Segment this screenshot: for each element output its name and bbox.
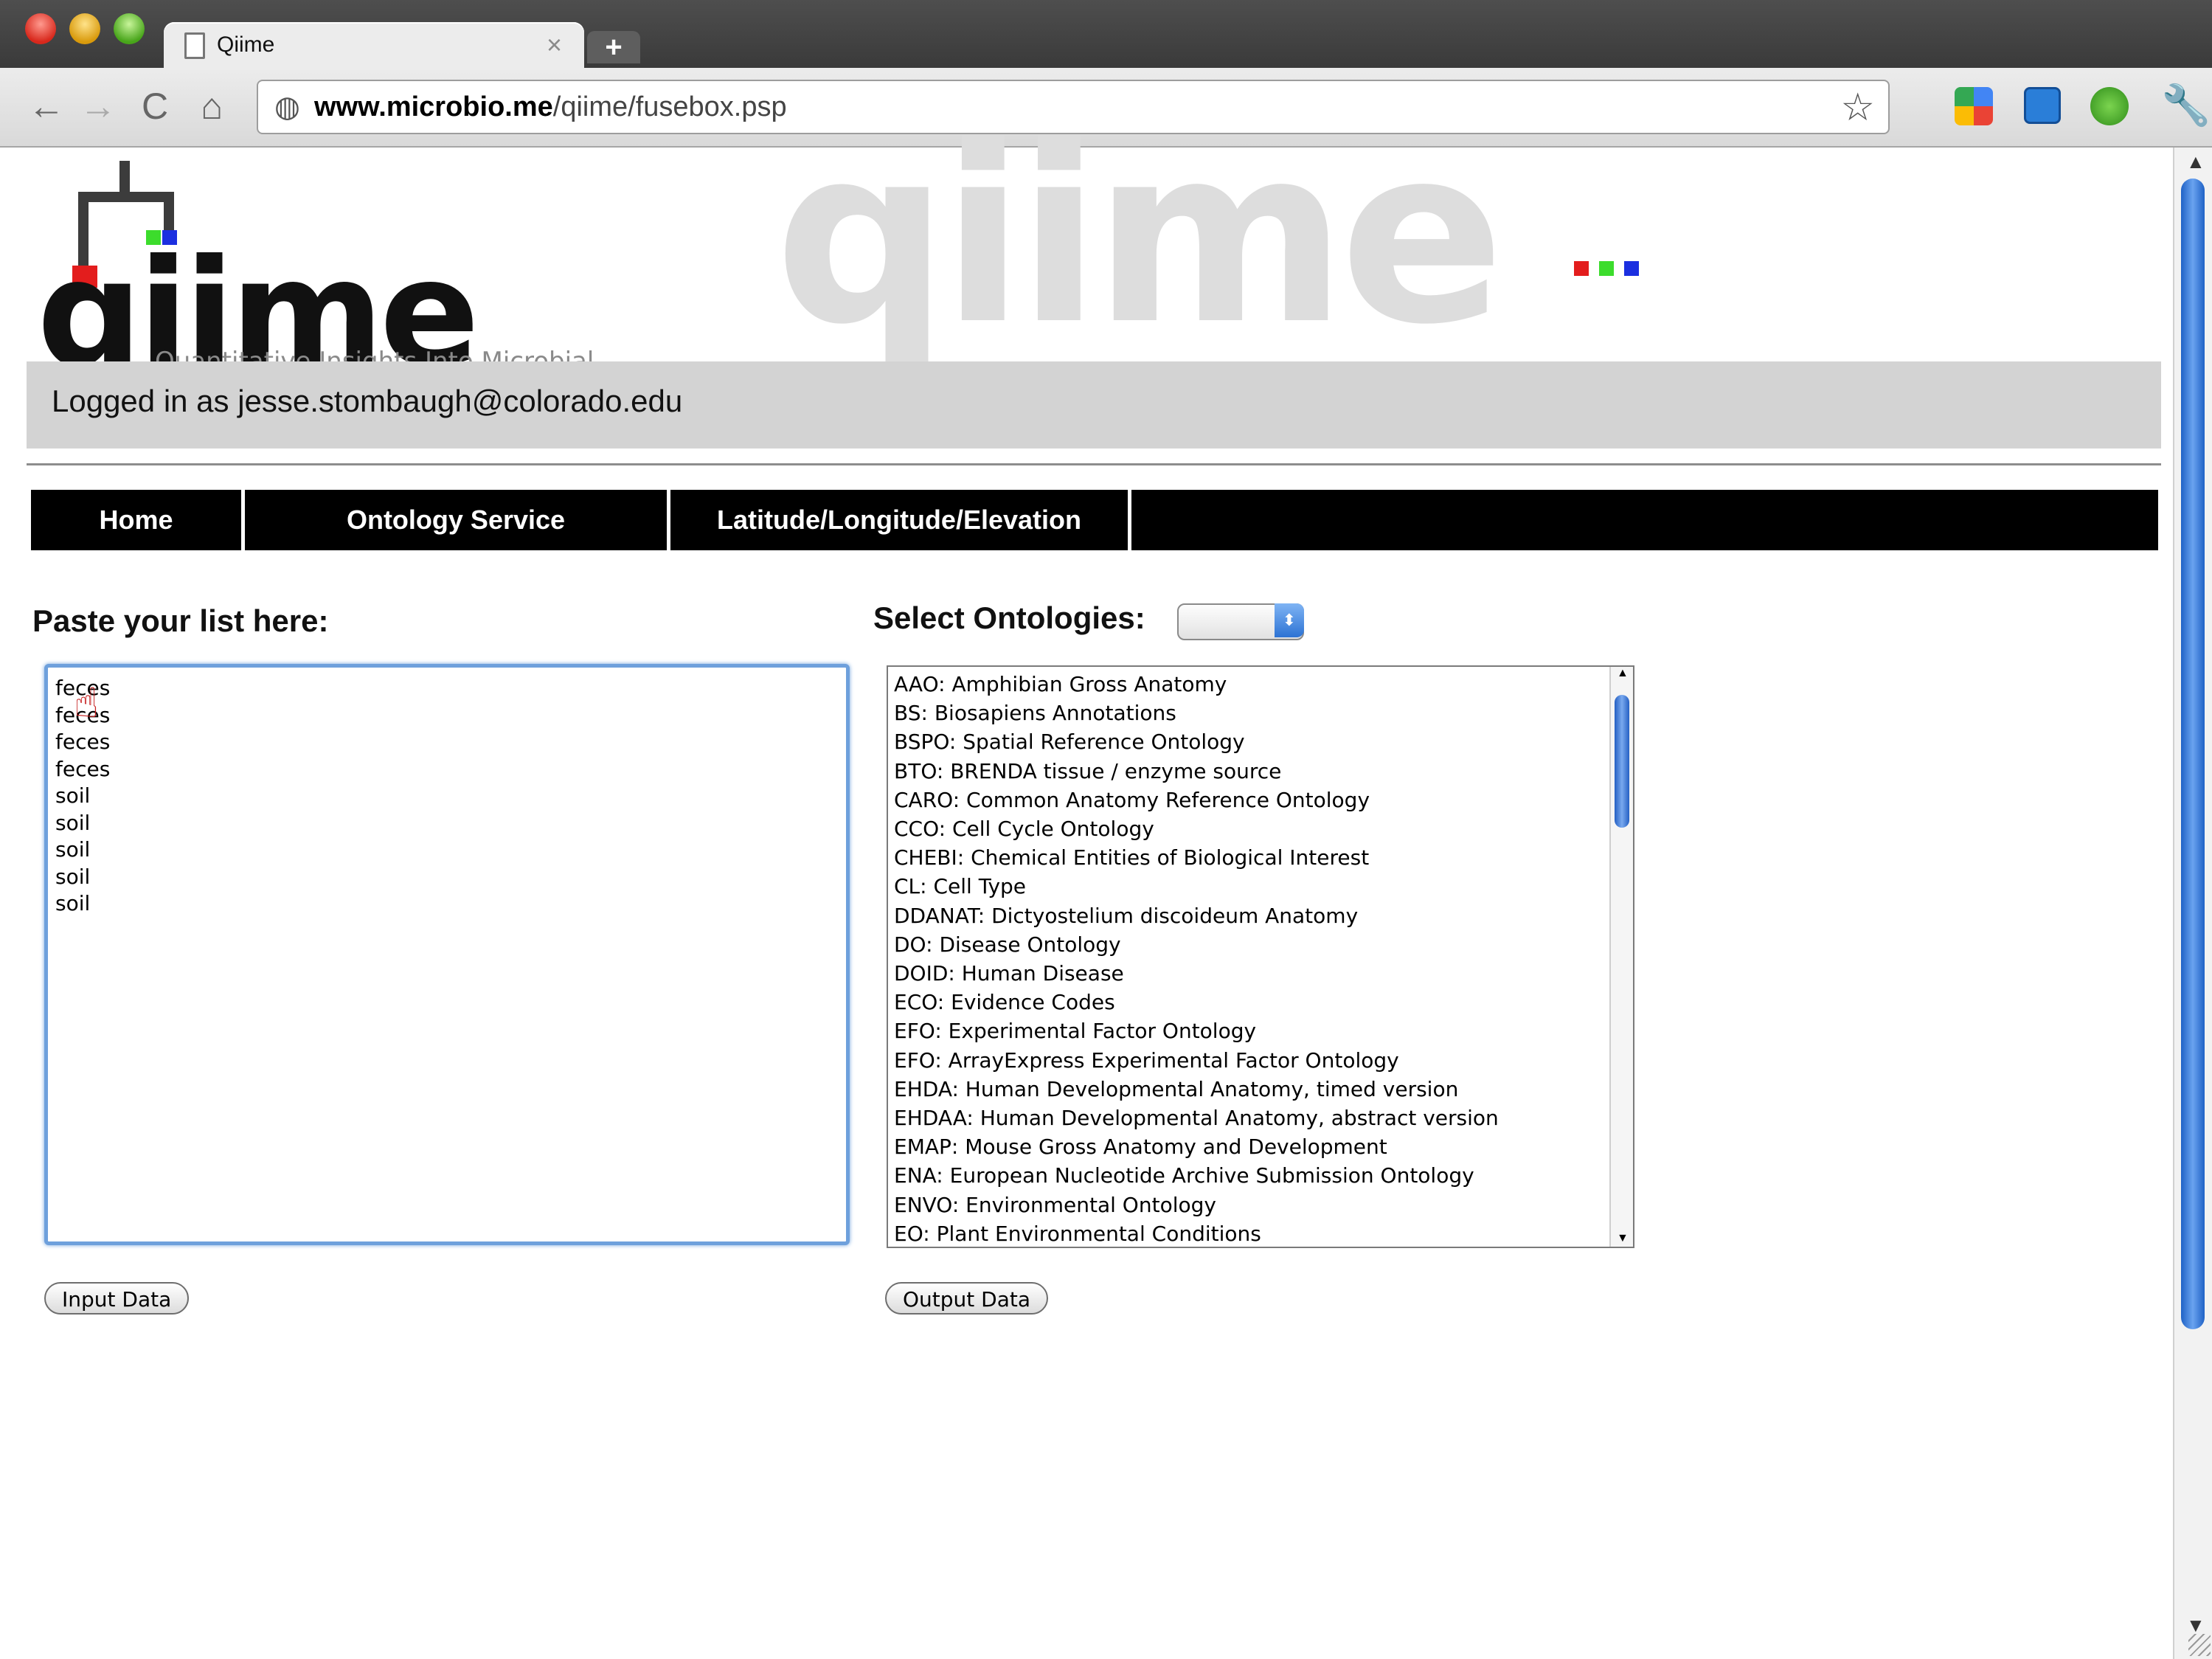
select-ontologies-heading: Select Ontologies: bbox=[873, 600, 1145, 635]
tab-close-icon[interactable]: × bbox=[547, 30, 562, 60]
login-bar: Logged in as jesse.stombaugh@colorado.ed… bbox=[27, 361, 2161, 448]
nav-ontology-service[interactable]: Ontology Service bbox=[245, 490, 670, 550]
qiime-logo: qiime Quantitative Insights Into Microbi… bbox=[37, 161, 686, 406]
reload-icon[interactable]: C bbox=[142, 84, 168, 128]
list-scroll-up-icon[interactable]: ▲ bbox=[1617, 667, 1629, 680]
minimize-window-button[interactable] bbox=[69, 13, 100, 44]
select-caret-icon: ⬍ bbox=[1275, 603, 1304, 637]
logged-in-text: Logged in as jesse.stombaugh@colorado.ed… bbox=[52, 384, 683, 418]
ontology-listbox[interactable]: AAO: Amphibian Gross Anatomy BS: Biosapie… bbox=[887, 665, 1634, 1248]
ontology-option[interactable]: CHEBI: Chemical Entities of Biological I… bbox=[894, 843, 1602, 872]
google-extension-icon[interactable] bbox=[1955, 87, 1993, 125]
main-nav: Home Ontology Service Latitude/Longitude… bbox=[31, 490, 2158, 550]
ontology-list-scrollbar[interactable]: ▲ ▼ bbox=[1609, 667, 1633, 1247]
windows-extension-icon[interactable] bbox=[2024, 87, 2061, 124]
ontology-option[interactable]: EO: Plant Environmental Conditions bbox=[894, 1219, 1602, 1247]
ontology-option[interactable]: EFO: Experimental Factor Ontology bbox=[894, 1016, 1602, 1045]
ontology-option[interactable]: AAO: Amphibian Gross Anatomy bbox=[894, 670, 1602, 699]
watermark-square-red bbox=[1574, 261, 1589, 276]
ontology-select[interactable]: ⬍ bbox=[1177, 603, 1304, 640]
url-host: www.microbio.me bbox=[314, 91, 553, 122]
ontology-option[interactable]: EHDAA: Human Developmental Anatomy, abst… bbox=[894, 1104, 1602, 1132]
page-scrollbar[interactable]: ▲ ▼ bbox=[2173, 148, 2212, 1659]
back-icon[interactable]: ← bbox=[28, 84, 65, 128]
input-data-button[interactable]: Input Data bbox=[44, 1282, 190, 1315]
ontology-option[interactable]: DO: Disease Ontology bbox=[894, 930, 1602, 959]
divider bbox=[27, 463, 2161, 465]
ontology-option[interactable]: DDANAT: Dictyostelium discoideum Anatomy bbox=[894, 901, 1602, 930]
ontology-option[interactable]: CL: Cell Type bbox=[894, 872, 1602, 901]
ontology-option[interactable]: ENVO: Environmental Ontology bbox=[894, 1191, 1602, 1219]
ontology-option[interactable]: EFO: ArrayExpress Experimental Factor On… bbox=[894, 1046, 1602, 1075]
ontology-option[interactable]: ENA: European Nucleotide Archive Submiss… bbox=[894, 1161, 1602, 1190]
ontology-option[interactable]: DOID: Human Disease bbox=[894, 959, 1602, 988]
zoom-window-button[interactable] bbox=[114, 13, 145, 44]
tab-title: Qiime bbox=[217, 32, 275, 57]
watermark-square-green bbox=[1599, 261, 1614, 276]
home-icon[interactable]: ⌂ bbox=[201, 84, 223, 128]
close-window-button[interactable] bbox=[25, 13, 56, 44]
url-path: /qiime/fusebox.psp bbox=[552, 91, 787, 122]
ontology-option[interactable]: EHDA: Human Developmental Anatomy, timed… bbox=[894, 1075, 1602, 1104]
resize-grip[interactable] bbox=[2188, 1634, 2211, 1656]
ontology-items: AAO: Amphibian Gross Anatomy BS: Biosapie… bbox=[894, 670, 1602, 1247]
browser-tab[interactable]: Qiime × bbox=[164, 22, 584, 68]
ontology-option[interactable]: BS: Biosapiens Annotations bbox=[894, 699, 1602, 727]
ontology-option[interactable]: EMAP: Mouse Gross Anatomy and Developmen… bbox=[894, 1132, 1602, 1161]
ontology-option[interactable]: CCO: Cell Cycle Ontology bbox=[894, 814, 1602, 843]
ontology-option[interactable]: BSPO: Spatial Reference Ontology bbox=[894, 727, 1602, 756]
globe-icon: ◍ bbox=[274, 91, 300, 123]
watermark-logo: qiime bbox=[774, 94, 1505, 378]
wrench-icon[interactable]: 🔧 bbox=[2161, 83, 2211, 128]
checkmark-extension-icon[interactable] bbox=[2090, 87, 2129, 125]
new-tab-button[interactable]: + bbox=[587, 31, 640, 63]
list-scrollbar-thumb[interactable] bbox=[1615, 695, 1629, 828]
nav-home[interactable]: Home bbox=[31, 490, 245, 550]
paste-list-textarea[interactable] bbox=[44, 664, 850, 1245]
ontology-option[interactable]: ECO: Evidence Codes bbox=[894, 988, 1602, 1016]
pointer-hand-icon: ☝ bbox=[74, 679, 100, 726]
forward-icon[interactable]: → bbox=[80, 84, 117, 128]
watermark-square-blue bbox=[1624, 261, 1639, 276]
paste-list-heading: Paste your list here: bbox=[32, 603, 329, 638]
list-scroll-down-icon[interactable]: ▼ bbox=[1617, 1232, 1629, 1245]
scrollbar-thumb[interactable] bbox=[2181, 179, 2205, 1329]
page-icon bbox=[184, 32, 205, 59]
output-data-button[interactable]: Output Data bbox=[885, 1282, 1049, 1315]
url-text: www.microbio.me/qiime/fusebox.psp bbox=[314, 91, 787, 123]
scroll-up-arrow-icon[interactable]: ▲ bbox=[2186, 150, 2205, 173]
browser-titlebar: Qiime × + bbox=[0, 0, 2212, 68]
ontology-option[interactable]: BTO: BRENDA tissue / enzyme source bbox=[894, 757, 1602, 786]
bookmark-star-icon[interactable]: ☆ bbox=[1840, 86, 1875, 130]
ontology-option[interactable]: CARO: Common Anatomy Reference Ontology bbox=[894, 786, 1602, 814]
nav-lat-lon-elevation[interactable]: Latitude/Longitude/Elevation bbox=[670, 490, 1131, 550]
